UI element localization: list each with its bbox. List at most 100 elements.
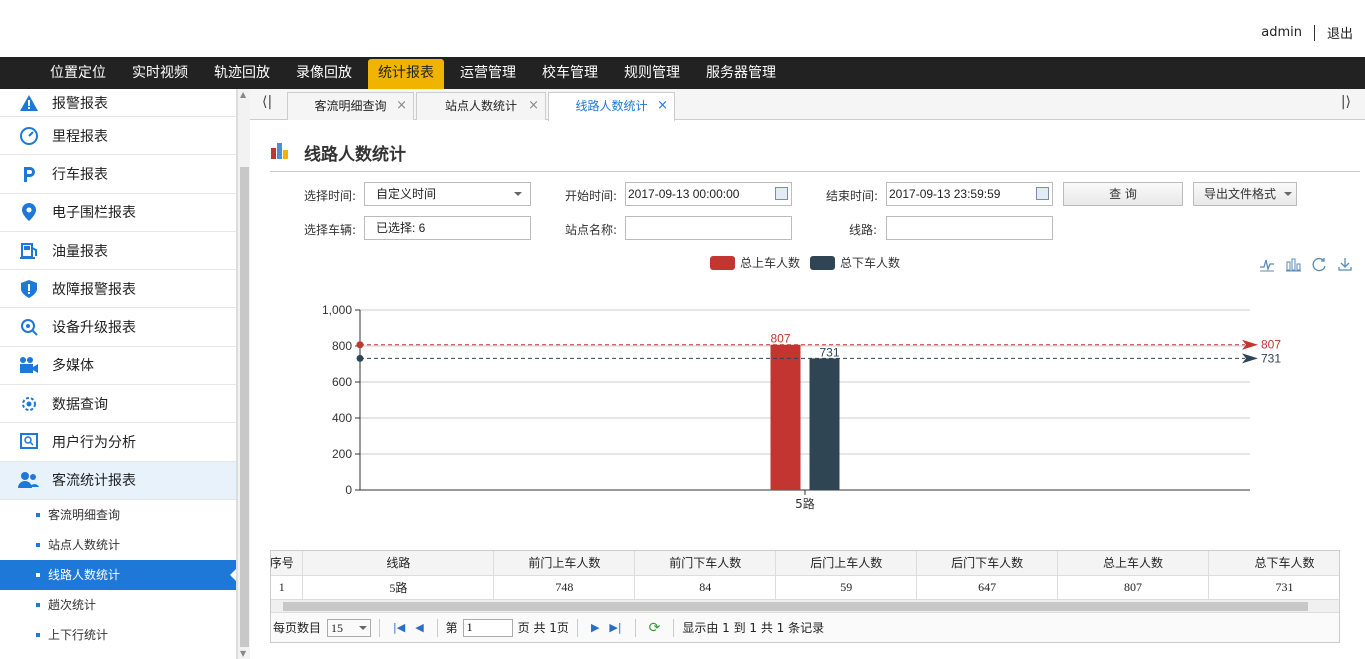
per-page-value: 15 <box>331 620 344 635</box>
tab-scroll-left-icon[interactable]: ⟨| <box>262 94 272 110</box>
calendar-icon[interactable] <box>1036 187 1049 200</box>
vehicle-label: 选择车辆: <box>304 223 357 237</box>
bar-data-label: 807 <box>770 332 790 346</box>
title-divider <box>270 171 1360 172</box>
nav-item-school-bus[interactable]: 校车管理 <box>532 57 608 89</box>
search-upgrade-icon <box>18 316 40 338</box>
sidebar-sub-item-direction-stats[interactable]: 上下行统计 <box>0 620 236 650</box>
close-icon[interactable]: × <box>528 93 539 119</box>
sidebar-item-user-behavior[interactable]: 用户行为分析 <box>0 423 236 462</box>
sidebar-item-alarm-report[interactable]: 报警报表 <box>0 89 236 117</box>
divider <box>634 618 636 637</box>
nav-item-video-playback[interactable]: 录像回放 <box>286 57 362 89</box>
close-icon[interactable]: × <box>657 93 668 119</box>
sidebar-sub-item-route-stats[interactable]: 线路人数统计 <box>0 559 236 590</box>
route-label: 线路: <box>849 223 878 237</box>
sidebar-scrollbar[interactable]: ▲ ▼ <box>237 89 250 659</box>
hscroll-thumb[interactable] <box>283 602 1308 611</box>
data-table-panel: 序号 线路 前门上车人数 前门下车人数 后门上车人数 后门下车人数 总上车人数 … <box>270 550 1340 643</box>
per-page-select[interactable]: 15 <box>327 618 372 637</box>
end-time-value: 2017-09-13 23:59:59 <box>889 187 1001 201</box>
sidebar-item-fuel-report[interactable]: 油量报表 <box>0 232 236 271</box>
sidebar-item-fault-alarm-report[interactable]: 故障报警报表 <box>0 270 236 309</box>
query-button[interactable]: 查 询 <box>1063 182 1183 206</box>
scroll-down-icon[interactable]: ▼ <box>240 649 246 658</box>
start-time-label: 开始时间: <box>565 189 618 203</box>
end-time-input[interactable]: 2017-09-13 23:59:59 <box>886 182 1053 206</box>
scroll-up-icon[interactable]: ▲ <box>240 90 246 99</box>
nav-item-location[interactable]: 位置定位 <box>40 57 116 89</box>
sidebar-item-device-upgrade-report[interactable]: 设备升级报表 <box>0 308 236 347</box>
tab-station-stats[interactable]: 站点人数统计 × <box>416 92 546 120</box>
legend-swatch-boarding[interactable] <box>710 255 735 270</box>
sidebar-item-data-query[interactable]: 数据查询 <box>0 385 236 424</box>
chevron-down-icon <box>514 192 522 200</box>
y-tick-label: 0 <box>345 483 352 497</box>
nav-item-track-playback[interactable]: 轨迹回放 <box>204 57 280 89</box>
col-rear-board[interactable]: 后门上车人数 <box>775 551 918 576</box>
chevron-down-icon <box>1284 192 1292 200</box>
sidebar-item-label: 报警报表 <box>52 95 108 112</box>
user-area: admin 退出 <box>1261 23 1353 42</box>
refresh-icon[interactable]: ⟳ <box>649 620 661 636</box>
main-nav: 位置定位 实时视频 轨迹回放 录像回放 统计报表 运营管理 校车管理 规则管理 … <box>0 57 1365 89</box>
page-number-input[interactable] <box>462 618 513 637</box>
calendar-icon[interactable] <box>775 187 788 200</box>
col-total-board[interactable]: 总上车人数 <box>1057 551 1209 576</box>
sidebar-item-label: 行车报表 <box>52 166 108 183</box>
time-select[interactable]: 自定义时间 <box>364 182 531 206</box>
table-hscrollbar[interactable] <box>271 599 1339 612</box>
sidebar-item-passenger-flow[interactable]: 客流统计报表 <box>0 461 236 500</box>
scrollbar-thumb[interactable] <box>240 167 249 647</box>
sidebar-sub-item-flow-detail[interactable]: 客流明细查询 <box>0 500 236 530</box>
refresh-icon[interactable] <box>1310 255 1328 273</box>
station-input[interactable] <box>625 216 792 240</box>
sidebar-sub-item-station-stats[interactable]: 站点人数统计 <box>0 530 236 560</box>
route-input[interactable] <box>886 216 1053 240</box>
vehicle-value: 已选择: 6 <box>376 221 426 235</box>
page-suffix: 页 共 1页 <box>517 621 569 635</box>
col-front-alight[interactable]: 前门下车人数 <box>634 551 777 576</box>
sidebar-item-multimedia[interactable]: 多媒体 <box>0 347 236 386</box>
cell-index: 1 <box>271 575 304 599</box>
logout-link[interactable]: 退出 <box>1327 23 1353 42</box>
table-row[interactable]: 1 5路 748 84 59 647 807 731 <box>271 575 1339 599</box>
tab-route-stats[interactable]: 线路人数统计 × <box>548 92 675 121</box>
col-route[interactable]: 线路 <box>302 551 495 576</box>
first-page-icon[interactable]: |◀ <box>393 621 405 634</box>
line-chart-icon[interactable] <box>1258 255 1276 273</box>
col-front-board[interactable]: 前门上车人数 <box>493 551 636 576</box>
vehicle-select[interactable]: 已选择: 6 <box>364 216 531 240</box>
nav-item-server[interactable]: 服务器管理 <box>696 57 786 89</box>
tab-flow-detail[interactable]: 客流明细查询 × <box>287 92 414 120</box>
nav-item-operations[interactable]: 运营管理 <box>450 57 526 89</box>
col-index[interactable]: 序号 <box>271 551 304 576</box>
next-page-icon[interactable]: ▶ <box>591 621 599 634</box>
legend-label-boarding[interactable]: 总上车人数 <box>740 254 800 271</box>
cell-front-alight: 84 <box>634 575 777 599</box>
download-icon[interactable] <box>1336 255 1354 273</box>
export-format-button[interactable]: 导出文件格式 <box>1193 182 1297 206</box>
legend-label-alighting[interactable]: 总下车人数 <box>840 254 900 271</box>
tab-label: 线路人数统计 <box>575 99 648 113</box>
sidebar-item-driving-report[interactable]: 行车报表 <box>0 155 236 194</box>
username[interactable]: admin <box>1261 25 1302 40</box>
shield-icon <box>18 278 40 300</box>
start-time-input[interactable]: 2017-09-13 00:00:00 <box>625 182 792 206</box>
nav-item-rules[interactable]: 规则管理 <box>614 57 690 89</box>
legend-swatch-alighting[interactable] <box>810 255 836 270</box>
last-page-icon[interactable]: ▶| <box>609 621 621 634</box>
sidebar-item-mileage-report[interactable]: 里程报表 <box>0 117 236 156</box>
users-icon <box>18 469 40 491</box>
nav-item-reports[interactable]: 统计报表 <box>368 59 444 89</box>
nav-item-live-video[interactable]: 实时视频 <box>122 57 198 89</box>
col-rear-alight[interactable]: 后门下车人数 <box>916 551 1059 576</box>
prev-page-icon[interactable]: ◀ <box>415 621 423 634</box>
bar-chart-toggle-icon[interactable] <box>1284 255 1302 273</box>
sidebar-sub-item-trip-stats[interactable]: 趟次统计 <box>0 590 236 620</box>
col-total-alight[interactable]: 总下车人数 <box>1208 551 1339 576</box>
tab-scroll-right-icon[interactable]: |⟩ <box>1341 94 1351 110</box>
bar-chart-icon <box>270 140 292 165</box>
close-icon[interactable]: × <box>396 93 407 119</box>
sidebar-item-geofence-report[interactable]: 电子围栏报表 <box>0 194 236 232</box>
